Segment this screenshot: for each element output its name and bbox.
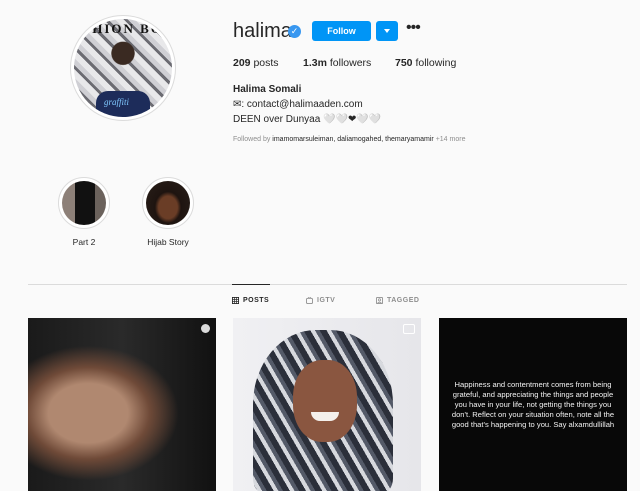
post-photo-scarf bbox=[253, 330, 393, 491]
igtv-icon bbox=[306, 297, 313, 304]
carousel-icon bbox=[403, 324, 415, 334]
post-photo-face bbox=[293, 360, 357, 442]
followed-by-prefix: Followed by bbox=[233, 136, 273, 143]
highlight-thumbnail bbox=[62, 181, 106, 225]
followers-count-value: 1.3m bbox=[303, 57, 327, 69]
post-thumbnail[interactable]: Happiness and contentment comes from bei… bbox=[439, 318, 627, 491]
post-quote-text: Happiness and contentment comes from bei… bbox=[451, 379, 615, 429]
following-link[interactable]: 750 following bbox=[395, 57, 456, 69]
bio-tagline: DEEN over Dunyaa 🤍🤍❤🤍🤍 bbox=[233, 114, 382, 125]
following-count-value: 750 bbox=[395, 57, 413, 69]
following-count-label: following bbox=[415, 57, 457, 69]
bio-contact-line: ✉: contact@halimaaden.com bbox=[233, 99, 363, 110]
post-thumbnail[interactable] bbox=[28, 318, 216, 491]
avatar-magazine-title: SHION BO bbox=[83, 21, 163, 36]
highlight-label: Part 2 bbox=[72, 237, 96, 247]
tab-tagged[interactable]: TAGGED bbox=[376, 297, 419, 304]
avatar-shirt: graffiti bbox=[96, 91, 150, 117]
profile-username: halima bbox=[233, 20, 292, 42]
suggested-dropdown-button[interactable] bbox=[376, 21, 398, 41]
tab-posts[interactable]: POSTS bbox=[232, 297, 269, 304]
verified-badge-icon: ✓ bbox=[288, 25, 301, 38]
profile-avatar-ring[interactable]: SHION BO graffiti bbox=[70, 15, 176, 121]
followers-count-label: followers bbox=[329, 57, 372, 69]
profile-full-name: Halima Somali bbox=[233, 84, 302, 95]
highlight-hijab-story[interactable]: Hijab Story bbox=[133, 177, 203, 247]
highlight-label: Hijab Story bbox=[147, 237, 189, 247]
avatar[interactable]: SHION BO graffiti bbox=[74, 19, 172, 117]
tab-posts-label: POSTS bbox=[243, 297, 270, 304]
posts-count: 209 posts bbox=[233, 57, 279, 69]
followed-by-more: +14 more bbox=[433, 136, 466, 143]
video-icon bbox=[201, 324, 210, 333]
follow-button[interactable]: Follow bbox=[312, 21, 371, 41]
posts-count-value: 209 bbox=[233, 57, 251, 69]
active-tab-indicator bbox=[232, 284, 270, 285]
post-thumbnail[interactable] bbox=[233, 318, 421, 491]
followers-link[interactable]: 1.3m followers bbox=[303, 57, 371, 69]
posts-count-label: posts bbox=[253, 57, 279, 69]
tagged-icon bbox=[376, 297, 383, 304]
highlight-thumbnail bbox=[146, 181, 190, 225]
highlight-part-2[interactable]: Part 2 bbox=[49, 177, 119, 247]
tabs-divider bbox=[28, 284, 627, 285]
followed-by-text[interactable]: Followed by imamomarsuleiman, daliamogah… bbox=[233, 136, 465, 143]
tab-igtv[interactable]: IGTV bbox=[306, 297, 335, 304]
followed-by-names: imamomarsuleiman, daliamogahed, themarya… bbox=[272, 136, 434, 143]
tab-igtv-label: IGTV bbox=[317, 297, 336, 304]
avatar-shirt-text: graffiti bbox=[104, 97, 130, 107]
highlight-ring bbox=[58, 177, 110, 229]
grid-icon bbox=[232, 297, 239, 304]
tab-tagged-label: TAGGED bbox=[387, 297, 420, 304]
highlight-ring bbox=[142, 177, 194, 229]
more-options-icon[interactable]: ••• bbox=[406, 20, 422, 37]
chevron-down-icon bbox=[384, 29, 390, 33]
